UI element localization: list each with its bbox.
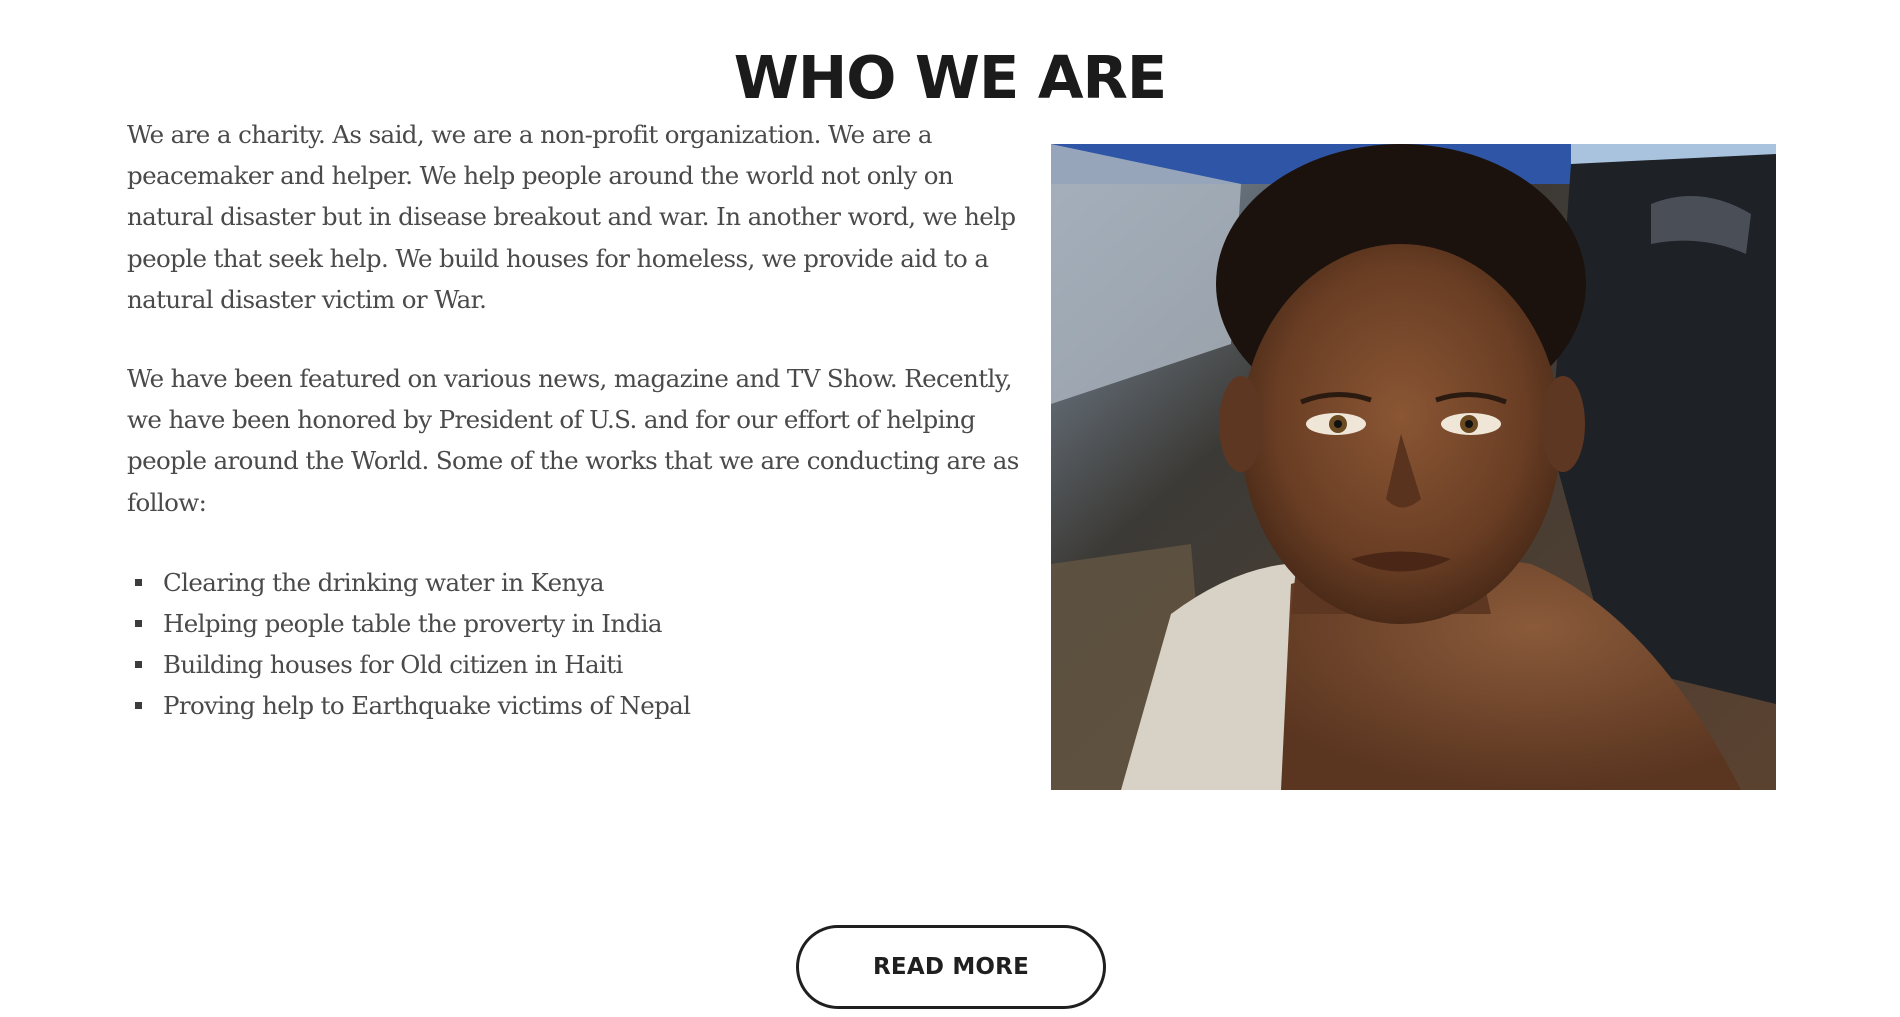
list-item: Clearing the drinking water in Kenya (127, 562, 1027, 603)
read-more-button[interactable]: READ MORE (796, 925, 1106, 1009)
list-item: Proving help to Earthquake victims of Ne… (127, 685, 1027, 726)
child-portrait-image (1051, 144, 1776, 790)
intro-paragraph: We are a charity. As said, we are a non-… (127, 120, 1016, 314)
list-item: Building houses for Old citizen in Haiti (127, 644, 1027, 685)
intro-text: We are a charity. As said, we are a non-… (127, 114, 1027, 727)
section-title: WHO WE ARE (733, 42, 1167, 112)
featured-paragraph: We have been featured on various news, m… (127, 364, 1019, 517)
list-item: Helping people table the proverty in Ind… (127, 603, 1027, 644)
who-we-are-section: WHO WE ARE We are a charity. As said, we… (0, 0, 1900, 1017)
works-list: Clearing the drinking water in Kenya Hel… (127, 562, 1027, 727)
